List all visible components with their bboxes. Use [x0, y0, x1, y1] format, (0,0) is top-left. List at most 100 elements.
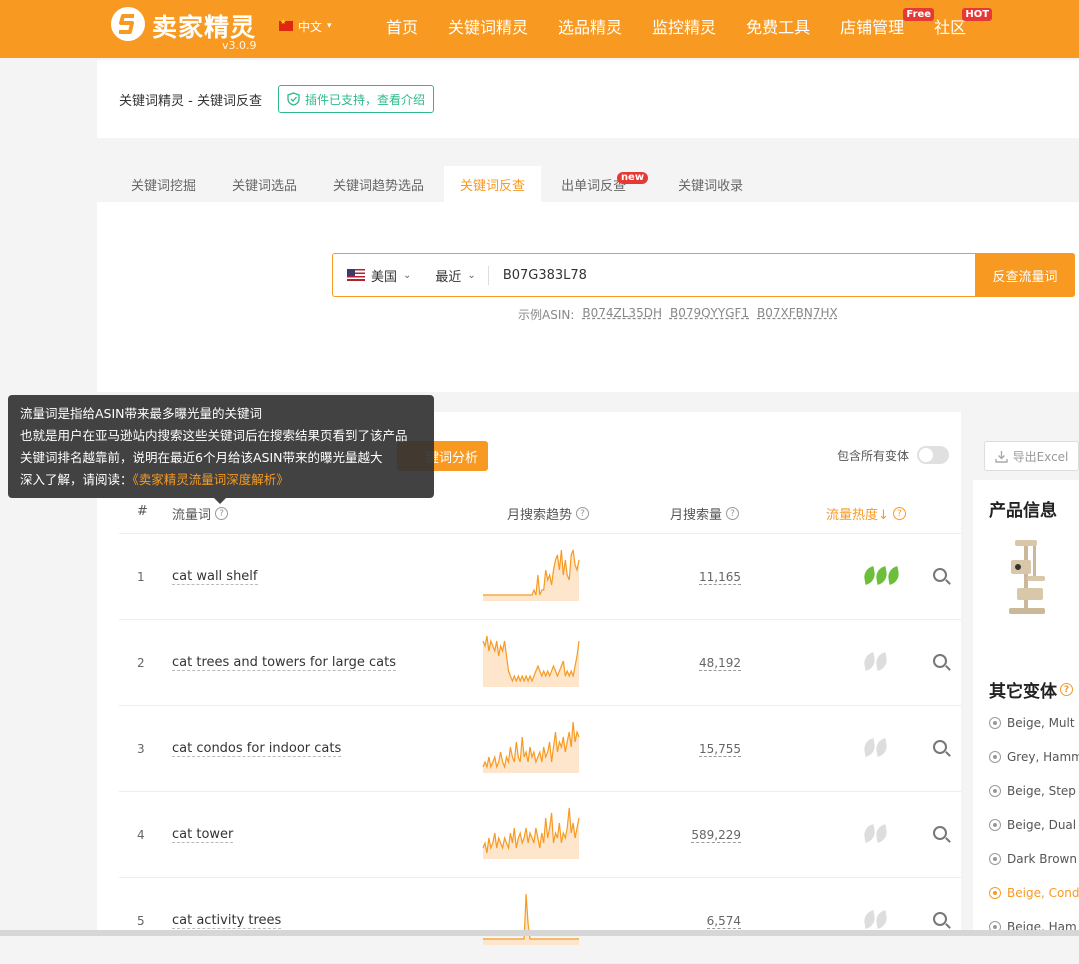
logo[interactable]: 卖家精灵 v3.0.9 [110, 4, 260, 52]
variant-option[interactable]: Beige, Mult [989, 716, 1079, 730]
traffic-heat [862, 566, 901, 585]
help-icon[interactable]: ? [576, 507, 590, 520]
trend-sparkline[interactable] [482, 718, 580, 774]
trend-sparkline[interactable] [482, 632, 580, 688]
column-volume[interactable]: 月搜索量 ? [670, 504, 740, 523]
tab[interactable]: 关键词收录 [662, 166, 759, 202]
leaf-icon [862, 824, 877, 843]
trend-sparkline[interactable] [482, 546, 580, 602]
trend-sparkline[interactable] [482, 804, 580, 860]
search-icon[interactable] [933, 654, 947, 668]
tab-label: 关键词趋势选品 [333, 178, 425, 194]
language-label: 中文 [298, 19, 323, 34]
us-flag-icon [347, 269, 365, 281]
trend-area [483, 808, 579, 859]
keyword-link[interactable]: cat activity trees [172, 913, 282, 929]
help-icon[interactable]: ? [1060, 683, 1073, 696]
nav-item[interactable]: 店铺管理 Free [840, 8, 935, 38]
radio-icon [989, 751, 1001, 763]
breadcrumb: 关键词精灵 - 关键词反查 [119, 94, 262, 109]
marketplace-label: 美国 [371, 269, 398, 285]
table-row: 5 cat activity trees 6,574 [119, 878, 961, 964]
search-icon[interactable] [933, 568, 947, 582]
top-navbar: 卖家精灵 v3.0.9 中文 ▾ 首页 关键词精灵 选品精灵 监控精灵 免费工具 店铺管理… [0, 0, 1079, 58]
monthly-volume[interactable]: 11,165 [699, 570, 741, 585]
variant-option[interactable]: Dark Brown [989, 852, 1079, 866]
reverse-search-button[interactable]: 反查流量词 [975, 253, 1075, 297]
tooltip-line: 流量词是指给ASIN带来最多曝光量的关键词 [20, 406, 263, 421]
marketplace-select[interactable]: 美国 ⌄ [347, 266, 411, 285]
period-label: 最近 [435, 269, 462, 285]
chevron-down-icon: ⌄ [403, 269, 412, 281]
column-volume-label: 月搜索量 [670, 508, 723, 523]
main-nav: 首页 关键词精灵 选品精灵 监控精灵 免费工具 店铺管理 Free 社区 HOT [386, 8, 996, 38]
help-icon[interactable]: ? [215, 507, 229, 520]
product-image[interactable] [1003, 536, 1051, 616]
help-icon[interactable]: ? [892, 507, 906, 520]
tooltip-article-link[interactable]: 《卖家精灵流量词深度解析》 [133, 472, 289, 487]
variant-option[interactable]: Beige, Cond [989, 886, 1079, 900]
include-variants-toggle[interactable]: 包含所有变体 [837, 446, 950, 464]
tool-tabs: 关键词挖掘 关键词选品 关键词趋势选品 关键词反查 出单词反查 new 关键词收录 [115, 166, 763, 202]
keyword-link[interactable]: cat trees and towers for large cats [172, 655, 396, 671]
keyword-link[interactable]: cat tower [172, 827, 234, 843]
search-icon[interactable] [933, 740, 947, 754]
variant-label: Beige, Dual [1007, 818, 1077, 832]
column-trend: 月搜索趋势 ? [507, 504, 590, 523]
nav-item-label: 监控精灵 [652, 18, 717, 37]
other-variants-title: 其它变体 ? [989, 677, 1073, 702]
nav-item[interactable]: 关键词精灵 [448, 14, 528, 38]
monthly-volume[interactable]: 6,574 [706, 914, 741, 929]
trend-sparkline[interactable] [482, 890, 580, 946]
variant-option[interactable]: Grey, Hamm [989, 750, 1079, 764]
column-heat-label: 流量热度↓ [826, 508, 889, 523]
example-asin-link[interactable]: B079QYYGF1 [670, 306, 749, 323]
variant-label: Beige, Step [1007, 784, 1076, 798]
radio-icon [989, 717, 1001, 729]
product-info-title: 产品信息 [989, 501, 1057, 521]
example-asin-link[interactable]: B074ZL35DH [582, 306, 662, 323]
tooltip-line: 关键词排名越靠前，说明在最近6个月给该ASIN带来的曝光量越大 [20, 450, 383, 465]
help-icon[interactable]: ? [726, 507, 740, 520]
monthly-volume[interactable]: 589,229 [691, 828, 741, 843]
toggle-switch[interactable] [917, 446, 950, 464]
column-heat[interactable]: 流量热度↓ ? [826, 504, 906, 523]
nav-badge: HOT [962, 8, 993, 21]
column-keyword[interactable]: 流量词 ? [172, 504, 229, 523]
keyword-link[interactable]: cat wall shelf [172, 569, 258, 585]
plugin-support-link[interactable]: 插件已支持，查看介绍 [278, 85, 435, 113]
variant-option[interactable]: Beige, Step [989, 784, 1079, 798]
nav-item[interactable]: 免费工具 [746, 14, 810, 38]
tab[interactable]: 关键词反查 [444, 166, 542, 202]
search-icon[interactable] [933, 912, 947, 926]
chevron-down-icon: ⌄ [467, 269, 476, 281]
search-icon[interactable] [933, 826, 947, 840]
monthly-volume[interactable]: 15,755 [699, 742, 741, 757]
variant-option[interactable]: Beige, Dual [989, 818, 1079, 832]
nav-item-label: 关键词精灵 [448, 18, 529, 37]
tab[interactable]: 关键词趋势选品 [317, 166, 440, 202]
language-selector[interactable]: 中文 ▾ [279, 17, 332, 35]
example-asin-link[interactable]: B07XFBN7HX [757, 306, 838, 323]
tab[interactable]: 关键词选品 [216, 166, 313, 202]
nav-item[interactable]: 社区 HOT [934, 8, 993, 38]
traffic-heat [862, 824, 889, 843]
monthly-volume[interactable]: 48,192 [699, 656, 741, 671]
export-excel-button[interactable]: 导出Excel [984, 441, 1079, 471]
keyword-link[interactable]: cat condos for indoor cats [172, 741, 342, 757]
tab[interactable]: 关键词挖掘 [115, 166, 212, 202]
nav-item[interactable]: 监控精灵 [652, 14, 716, 38]
leaf-icon [874, 566, 889, 585]
tab[interactable]: 出单词反查 new [545, 166, 649, 202]
table-row: 4 cat tower 589,229 [119, 792, 961, 878]
nav-item-label: 首页 [386, 18, 419, 37]
row-index: 3 [137, 742, 145, 756]
trend-area [483, 894, 579, 945]
nav-item[interactable]: 选品精灵 [558, 14, 622, 38]
period-select[interactable]: 最近 ⌄ [435, 265, 489, 285]
tooltip-read-prefix: 深入了解，请阅读： [20, 472, 133, 487]
row-index: 1 [137, 570, 145, 584]
nav-item[interactable]: 首页 [386, 14, 418, 38]
traffic-heat [862, 910, 889, 929]
traffic-heat [862, 738, 889, 757]
